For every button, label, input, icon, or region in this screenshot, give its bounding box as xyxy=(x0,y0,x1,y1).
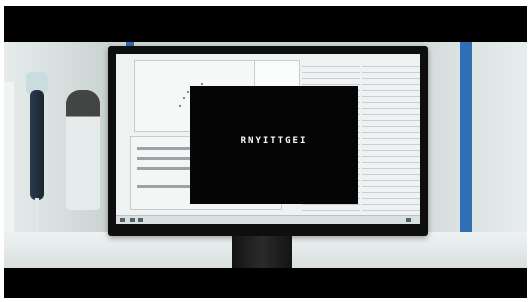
blue-pillar-right xyxy=(460,42,472,242)
start-icon xyxy=(120,218,125,222)
pipette xyxy=(26,62,48,242)
monitor-stand xyxy=(232,236,292,268)
pipette-body xyxy=(30,90,44,200)
scatter-dot xyxy=(187,91,189,93)
taskbar-app-icon xyxy=(138,218,143,222)
dialog-code-text: RNYITTGEI xyxy=(240,136,308,146)
letterbox-bottom xyxy=(4,268,527,298)
scatter-dot xyxy=(201,83,203,85)
scatter-dot xyxy=(179,105,181,107)
panel-row xyxy=(137,147,197,150)
video-frame: RNYITTGEI xyxy=(4,6,527,298)
code-dialog: RNYITTGEI xyxy=(190,86,358,204)
lab-worker xyxy=(66,90,100,210)
data-column xyxy=(362,62,420,212)
taskbar-app-icon xyxy=(130,218,135,222)
scatter-dot xyxy=(183,97,185,99)
monitor-screen: RNYITTGEI xyxy=(116,54,420,224)
lab-scene: RNYITTGEI xyxy=(4,42,527,268)
taskbar xyxy=(116,215,420,224)
clock-icon xyxy=(406,218,411,222)
lab-rack xyxy=(4,82,14,242)
letterbox-top xyxy=(4,6,527,42)
monitor: RNYITTGEI xyxy=(108,46,428,236)
